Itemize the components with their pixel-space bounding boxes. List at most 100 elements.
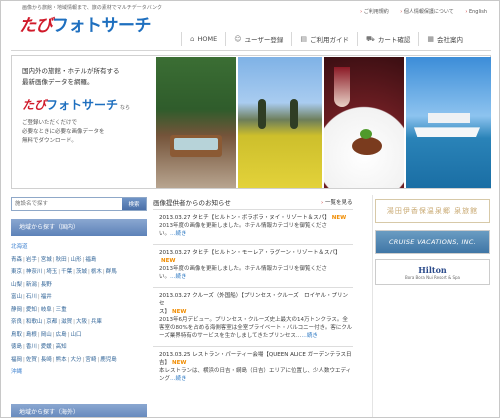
area-link[interactable]: 宮崎 bbox=[85, 357, 96, 363]
news-headline[interactable]: 2013.03.27 タヒチ【ヒルトン・モーレア・ラグーン・リゾート＆スパ】 NE… bbox=[159, 249, 353, 265]
area-link[interactable]: 岡山 bbox=[41, 332, 52, 338]
hilton-banner[interactable]: Hilton Bora Bora Nui Resort & Spa bbox=[375, 259, 490, 285]
area-link[interactable]: 熊本 bbox=[56, 357, 67, 363]
area-link[interactable]: 長野 bbox=[41, 282, 52, 288]
area-row: 奈良|和歌山|京都|滋賀|大阪|兵庫 bbox=[11, 316, 147, 329]
nav-cart[interactable]: ⛟ カート確認 bbox=[357, 32, 418, 46]
area-link[interactable]: 岩手 bbox=[26, 257, 37, 263]
area-link[interactable]: 大阪 bbox=[76, 319, 87, 325]
search-button[interactable]: 検索 bbox=[122, 198, 146, 210]
area-link[interactable]: 福井 bbox=[41, 294, 52, 300]
news-continue-link[interactable]: …続き bbox=[170, 376, 187, 382]
area-link[interactable]: 島根 bbox=[26, 332, 37, 338]
news-continue-link[interactable]: …続き bbox=[170, 231, 187, 237]
area-link[interactable]: 愛知 bbox=[26, 307, 37, 313]
area-link[interactable]: 埼玉 bbox=[46, 269, 57, 275]
nav-company[interactable]: ▦ 会社案内 bbox=[418, 32, 471, 46]
hot-spring-photo bbox=[156, 57, 236, 188]
area-link[interactable]: 高知 bbox=[56, 344, 67, 350]
area-link[interactable]: 香川 bbox=[26, 344, 37, 350]
separator: | bbox=[23, 319, 25, 325]
area-link[interactable]: 山形 bbox=[71, 257, 82, 263]
area-link[interactable]: 岐阜 bbox=[41, 307, 52, 313]
separator: | bbox=[73, 319, 75, 325]
area-link[interactable]: 兵庫 bbox=[91, 319, 102, 325]
separator: | bbox=[23, 344, 25, 350]
area-link[interactable]: 山梨 bbox=[11, 282, 22, 288]
area-link[interactable]: 愛媛 bbox=[41, 344, 52, 350]
area-link[interactable]: 新潟 bbox=[26, 282, 37, 288]
news-continue-link[interactable]: …続き bbox=[301, 333, 318, 339]
bath-water-shape bbox=[174, 138, 218, 150]
area-link[interactable]: 徳島 bbox=[11, 344, 22, 350]
area-link[interactable]: 千葉 bbox=[61, 269, 72, 275]
page: 画像から旅館・地域情報まで、旅の素材でマルチデータバンク たびフォトサーチ ご利… bbox=[0, 0, 500, 418]
area-link[interactable]: 福島 bbox=[85, 257, 96, 263]
separator: | bbox=[58, 269, 61, 275]
area-row: 山梨|新潟|長野 bbox=[11, 279, 147, 292]
news-body: 2013年度の画像を更新しました。ホテル情報カテゴリを御覧くださ い。…続き bbox=[159, 265, 353, 281]
news-headline[interactable]: 2013.03.27 タヒチ【ヒルトン・ボラボラ・ヌイ・リゾート＆スパ】 NEW bbox=[159, 214, 353, 222]
area-link[interactable]: 沖縄 bbox=[11, 369, 22, 375]
privacy-link[interactable]: 個人情報保護について bbox=[400, 9, 453, 15]
area-link[interactable]: 和歌山 bbox=[26, 319, 43, 325]
tree-shape bbox=[258, 99, 266, 129]
area-link[interactable]: 京都 bbox=[46, 319, 57, 325]
area-link[interactable]: 富山 bbox=[11, 294, 22, 300]
area-link[interactable]: 長崎 bbox=[41, 357, 52, 363]
separator: | bbox=[37, 281, 40, 288]
area-link[interactable]: 群馬 bbox=[106, 269, 117, 275]
area-link[interactable]: 佐賀 bbox=[26, 357, 37, 363]
area-link[interactable]: 石川 bbox=[26, 294, 37, 300]
separator: | bbox=[88, 269, 90, 275]
news-more-link[interactable]: 一覧を見る bbox=[321, 198, 353, 206]
area-link[interactable]: 青森 bbox=[11, 257, 22, 263]
area-row: 東京|神奈川|埼玉|千葉|茨城|栃木|群馬 bbox=[11, 266, 147, 279]
ryokan-banner[interactable]: 湯田伊香保温泉郷 泉旅館 bbox=[375, 199, 490, 223]
news-item: 2013.03.27 タヒチ【ヒルトン・モーレア・ラグーン・リゾート＆スパ】 NE… bbox=[153, 244, 353, 287]
hero-headline: 国内外の旅館・ホテルが所有する 最新画像データを網羅。 bbox=[22, 67, 120, 86]
news-continue-link[interactable]: …続き bbox=[170, 274, 187, 280]
area-link[interactable]: 鹿児島 bbox=[100, 357, 117, 363]
area-link[interactable]: 東京 bbox=[11, 269, 22, 275]
area-row: 福岡|佐賀|長崎|熊本|大分|宮崎|鹿児島 bbox=[11, 354, 147, 367]
logo-part2: フォトサーチ bbox=[52, 16, 152, 36]
nav-user-register[interactable]: ☺ ユーザー登録 bbox=[225, 32, 291, 46]
area-link[interactable]: 福岡 bbox=[11, 357, 22, 363]
separator: | bbox=[37, 344, 40, 350]
facility-search-input[interactable] bbox=[12, 198, 122, 210]
new-badge: NEW bbox=[172, 309, 187, 315]
news-headline[interactable]: 2013.03.27 クルーズ（外国船）【プリンセス・クルーズ ロイヤル・プリン… bbox=[159, 292, 353, 316]
company-icon: ▦ bbox=[427, 35, 434, 43]
area-row: 北海道 bbox=[11, 241, 147, 254]
separator: | bbox=[23, 281, 25, 288]
area-link[interactable]: 茨城 bbox=[76, 269, 87, 275]
separator: | bbox=[43, 269, 46, 275]
area-row: 静岡|愛知|岐阜|三重 bbox=[11, 304, 147, 317]
area-link[interactable]: 神奈川 bbox=[26, 269, 43, 275]
area-link[interactable]: 三重 bbox=[56, 307, 67, 313]
cruise-vacations-banner[interactable]: CRUISE VACATIONS, INC. bbox=[375, 230, 490, 254]
separator: | bbox=[52, 306, 55, 313]
area-link[interactable]: 山口 bbox=[71, 332, 82, 338]
area-link[interactable]: 滋賀 bbox=[61, 319, 72, 325]
area-link[interactable]: 鳥取 bbox=[11, 332, 22, 338]
area-link[interactable]: 静岡 bbox=[11, 307, 22, 313]
area-link[interactable]: 北海道 bbox=[11, 244, 28, 250]
site-logo[interactable]: たびフォトサーチ bbox=[19, 11, 152, 36]
news-headline[interactable]: 2013.03.25 レストラン・パーティー会場【QUEEN ALICE ガーデ… bbox=[159, 351, 353, 367]
area-link[interactable]: 栃木 bbox=[91, 269, 102, 275]
area-link[interactable]: 秋田 bbox=[56, 257, 67, 263]
area-link[interactable]: 奈良 bbox=[11, 319, 22, 325]
area-link[interactable]: 宮城 bbox=[41, 257, 52, 263]
nav-guide[interactable]: ▤ ご利用ガイド bbox=[291, 32, 357, 46]
area-link[interactable]: 大分 bbox=[71, 357, 82, 363]
nav-home[interactable]: ⌂ HOME bbox=[181, 32, 225, 46]
english-link[interactable]: English bbox=[465, 9, 487, 15]
new-badge: NEW bbox=[161, 258, 176, 264]
news-body-text: 2013年6月デビュー。プリンセス・クルーズ史上最大の14万トンクラス。全 客室… bbox=[159, 317, 353, 339]
area-abroad-header[interactable]: 地域から探す（海外） bbox=[11, 404, 147, 417]
terms-link[interactable]: ご利用規約 bbox=[360, 9, 389, 15]
area-row: 徳島|香川|愛媛|高知 bbox=[11, 341, 147, 354]
area-link[interactable]: 広島 bbox=[56, 332, 67, 338]
